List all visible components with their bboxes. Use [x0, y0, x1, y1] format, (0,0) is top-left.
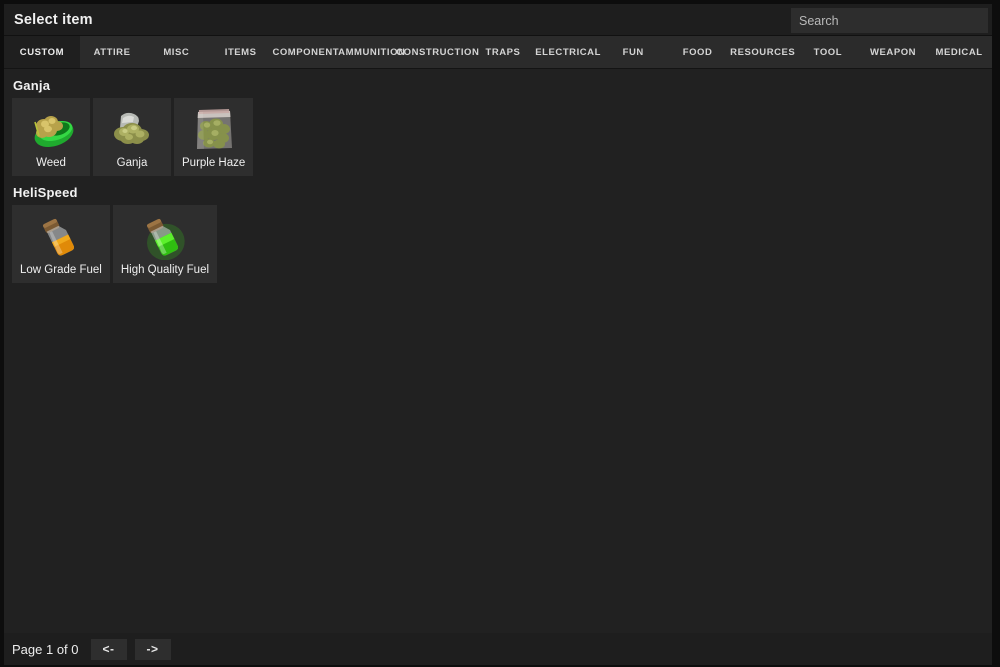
pagination-bar: Page 1 of 0 <- ->	[4, 633, 992, 665]
group-title-helispeed: HeliSpeed	[13, 185, 986, 200]
low-grade-fuel-icon	[35, 210, 87, 262]
tab-weapon[interactable]: WEAPON	[860, 36, 926, 68]
ganja-bud-icon	[106, 103, 158, 155]
item-row: Low Grade Fuel High Quality Fuel	[12, 205, 986, 283]
tab-label: ELECTRICAL	[535, 47, 601, 58]
tab-label: TOOL	[814, 47, 842, 58]
item-label: Purple Haze	[182, 156, 245, 170]
high-quality-fuel-icon	[139, 210, 191, 262]
item-label: Low Grade Fuel	[20, 263, 102, 277]
tab-items[interactable]: ITEMS	[208, 36, 272, 68]
item-tile[interactable]: Ganja	[93, 98, 171, 176]
tab-medical[interactable]: MEDICAL	[926, 36, 992, 68]
item-label: High Quality Fuel	[121, 263, 209, 277]
item-row: Weed	[12, 98, 986, 176]
tab-label: RESOURCES	[730, 47, 795, 58]
tab-component[interactable]: COMPONENT	[273, 36, 339, 68]
tab-label: COMPONENT	[272, 47, 339, 58]
tab-misc[interactable]: MISC	[144, 36, 208, 68]
item-label: Ganja	[117, 156, 148, 170]
tab-attire[interactable]: ATTIRE	[80, 36, 144, 68]
tab-construction[interactable]: CONSTRUCTION	[405, 36, 471, 68]
tab-custom[interactable]: CUSTOM	[4, 36, 80, 68]
tab-label: TRAPS	[485, 47, 520, 58]
tab-food[interactable]: FOOD	[665, 36, 729, 68]
item-tile[interactable]: Weed	[12, 98, 90, 176]
page-indicator: Page 1 of 0	[12, 642, 79, 657]
tab-label: CONSTRUCTION	[396, 47, 479, 58]
weed-bud-icon	[25, 103, 77, 155]
item-label: Weed	[36, 156, 66, 170]
item-tile[interactable]: Purple Haze	[174, 98, 253, 176]
tab-fun[interactable]: FUN	[601, 36, 665, 68]
tab-label: WEAPON	[870, 47, 916, 58]
tab-label: CUSTOM	[20, 47, 64, 58]
window-header: Select item	[4, 4, 992, 36]
search-input[interactable]	[791, 8, 988, 33]
tab-ammunition[interactable]: AMMUNITION	[339, 36, 405, 68]
select-item-window: Select item CUSTOM ATTIRE MISC ITEMS COMPONE…	[0, 0, 1000, 667]
item-grid-panel: Ganja Weed	[4, 69, 992, 633]
tab-label: FUN	[623, 47, 644, 58]
next-page-button[interactable]: ->	[135, 639, 171, 660]
tab-label: MEDICAL	[935, 47, 982, 58]
tab-label: MISC	[163, 47, 189, 58]
category-tabbar: CUSTOM ATTIRE MISC ITEMS COMPONENTAMMUNITION…	[4, 36, 992, 69]
group-title-ganja: Ganja	[13, 78, 986, 93]
page-title: Select item	[14, 4, 93, 36]
item-tile[interactable]: High Quality Fuel	[113, 205, 217, 283]
tab-traps[interactable]: TRAPS	[471, 36, 535, 68]
tab-label: FOOD	[683, 47, 713, 58]
prev-page-button[interactable]: <-	[91, 639, 127, 660]
purple-haze-bag-icon	[188, 103, 240, 155]
tab-label: ATTIRE	[94, 47, 131, 58]
tab-tool[interactable]: TOOL	[796, 36, 860, 68]
item-tile[interactable]: Low Grade Fuel	[12, 205, 110, 283]
tab-label: ITEMS	[225, 47, 257, 58]
tab-resources[interactable]: RESOURCES	[730, 36, 796, 68]
tab-electrical[interactable]: ELECTRICAL	[535, 36, 601, 68]
